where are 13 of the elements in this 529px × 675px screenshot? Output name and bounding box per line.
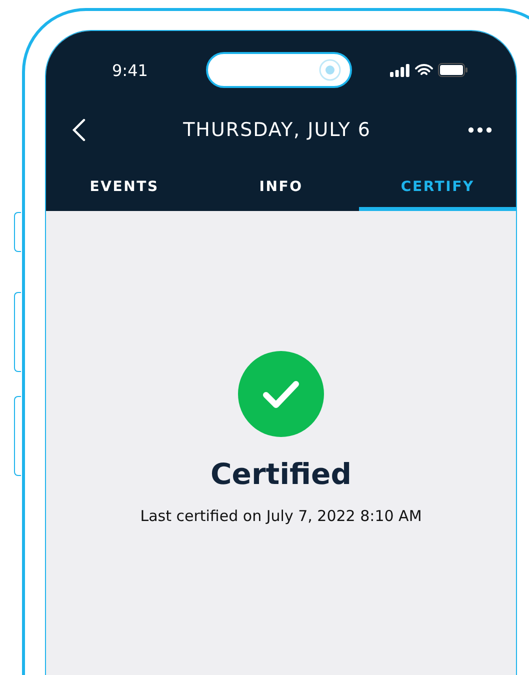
tab[interactable]: EVENTS bbox=[46, 166, 203, 211]
signal-icon bbox=[390, 64, 410, 76]
status-heading: Certified bbox=[210, 457, 352, 491]
more-button[interactable] bbox=[468, 127, 492, 133]
certified-date-text: Last certified on July 7, 2022 8:10 AM bbox=[140, 507, 422, 525]
tab[interactable]: CERTIFY bbox=[359, 166, 516, 211]
tab[interactable]: INFO bbox=[202, 166, 360, 211]
battery-icon bbox=[438, 63, 468, 77]
back-button[interactable] bbox=[72, 118, 86, 142]
status-time: 9:41 bbox=[112, 60, 149, 80]
header-title: THURSDAY, JULY 6 bbox=[183, 119, 371, 141]
camera-icon bbox=[318, 58, 342, 82]
wifi-icon bbox=[415, 64, 433, 76]
